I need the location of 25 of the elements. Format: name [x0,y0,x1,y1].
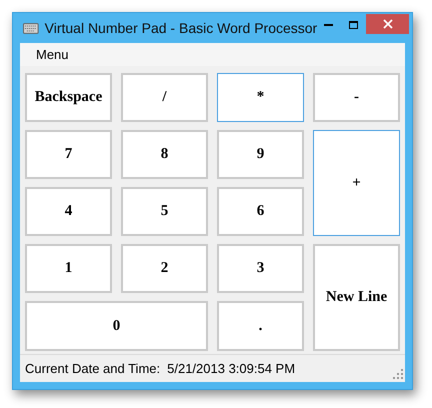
key-button[interactable]: 8 [121,130,208,179]
window-title: Virtual Number Pad - Basic Word Processor [44,18,318,38]
key-button[interactable]: + [313,130,400,236]
key-button[interactable]: * [217,73,304,122]
key-button[interactable]: 1 [25,244,112,293]
status-label: Current Date and Time: [25,360,160,378]
key-button[interactable]: 0 [25,301,208,351]
key-button[interactable]: 4 [25,187,112,236]
key-button[interactable]: 2 [121,244,208,293]
key-button[interactable]: 6 [217,187,304,236]
key-button[interactable]: / [121,73,208,122]
key-button[interactable]: - [313,73,400,122]
key-button[interactable]: 9 [217,130,304,179]
close-button[interactable] [366,14,410,34]
status-value: 5/21/2013 3:09:54 PM [167,360,296,378]
close-icon [382,19,393,29]
menu-item[interactable]: Menu [22,44,83,64]
keyboard-icon [23,22,39,34]
key-button[interactable]: 7 [25,130,112,179]
key-button[interactable]: New Line [313,244,400,351]
key-button[interactable]: 3 [217,244,304,293]
key-button[interactable]: . [217,301,304,351]
resize-grip-icon [393,369,403,379]
key-button[interactable]: 5 [121,187,208,236]
key-button[interactable]: Backspace [25,73,112,122]
